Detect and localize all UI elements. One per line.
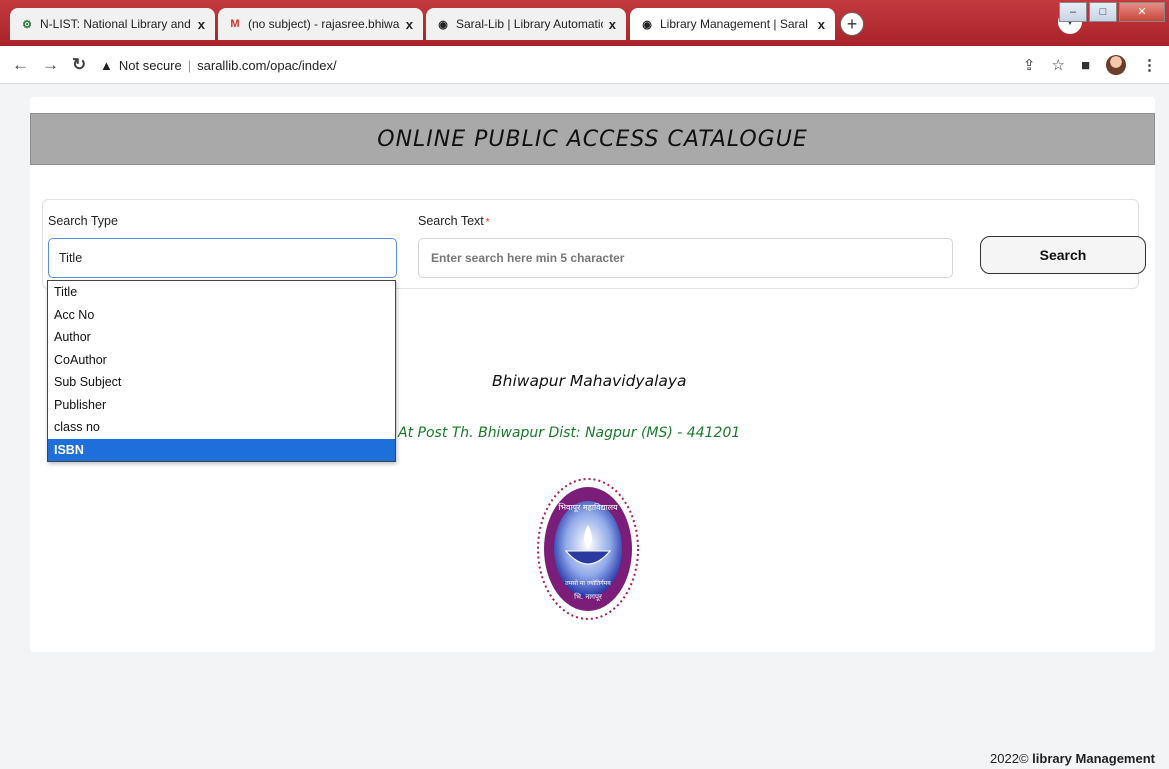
opac-banner: ONLINE PUBLIC ACCESS CATALOGUE: [30, 113, 1155, 165]
gmail-icon: M: [230, 18, 240, 30]
toolbar-icons: ⇪ ☆ ■ ⋮: [1023, 55, 1157, 75]
tab-library-management[interactable]: ◉ Library Management | Saral Softw x: [630, 8, 835, 40]
tab-title: (no subject) - rajasree.bhiwapur2: [248, 17, 400, 31]
warning-icon: ▲: [100, 58, 113, 73]
profile-avatar[interactable]: [1106, 55, 1126, 75]
security-status: Not secure: [118, 58, 182, 73]
search-text-input[interactable]: [418, 238, 953, 278]
globe-icon: ◉: [642, 18, 652, 31]
browser-tab-bar: ⚙ N-LIST: National Library and Info x M …: [0, 0, 1169, 46]
dropdown-option-author[interactable]: Author: [48, 326, 395, 349]
search-text-label-text: Search Text: [418, 214, 484, 228]
omnibox[interactable]: ▲ Not secure | sarallib.com/opac/index/: [100, 58, 337, 73]
dropdown-option-isbn[interactable]: ISBN: [48, 438, 395, 461]
tab-saral-lib[interactable]: ◉ Saral-Lib | Library Automation Sy x: [426, 8, 626, 40]
search-type-select[interactable]: Title: [48, 238, 397, 278]
forward-arrow-icon[interactable]: →: [42, 55, 59, 75]
page-title: ONLINE PUBLIC ACCESS CATALOGUE: [377, 126, 808, 152]
close-tab-icon[interactable]: x: [818, 17, 825, 32]
footer-brand: library Management: [1032, 751, 1155, 766]
dropdown-option-title[interactable]: Title: [48, 281, 395, 304]
required-mark: *: [485, 217, 490, 228]
logo-text-bottom: भि. नागपूर: [574, 592, 602, 601]
college-logo: भिवापूर महाविद्यालय तमसो मा ज्योतिर्गमय …: [537, 478, 639, 620]
tab-title: Library Management | Saral Softw: [660, 17, 812, 31]
dropdown-option-publisher[interactable]: Publisher: [48, 394, 395, 417]
new-tab-button[interactable]: +: [840, 12, 864, 36]
search-type-label: Search Type: [48, 214, 118, 228]
tab-gmail[interactable]: M (no subject) - rajasree.bhiwapur2 x: [218, 8, 423, 40]
tab-nlist[interactable]: ⚙ N-LIST: National Library and Info x: [10, 8, 215, 40]
url-text: sarallib.com/opac/index/: [197, 58, 337, 73]
close-tab-icon[interactable]: x: [609, 17, 616, 32]
globe-icon: ◉: [438, 18, 448, 31]
logo-text-top: भिवापूर महाविद्यालय: [558, 502, 618, 513]
menu-kebab-icon[interactable]: ⋮: [1142, 56, 1157, 74]
close-tab-icon[interactable]: x: [198, 17, 205, 32]
reload-icon[interactable]: ↻: [72, 55, 86, 75]
nlist-favicon-icon: ⚙: [22, 18, 32, 31]
logo-motto: तमसो मा ज्योतिर्गमय: [565, 579, 611, 587]
college-name: Bhiwapur Mahavidyalaya: [492, 372, 687, 390]
tab-title: Saral-Lib | Library Automation Sy: [456, 17, 603, 31]
sidepanel-icon[interactable]: ■: [1081, 57, 1090, 74]
dropdown-option-sub-subject[interactable]: Sub Subject: [48, 371, 395, 394]
footer: 2022© library Management: [990, 751, 1155, 766]
close-tab-icon[interactable]: x: [406, 17, 413, 32]
dropdown-option-class-no[interactable]: class no: [48, 416, 395, 439]
dropdown-option-acc-no[interactable]: Acc No: [48, 304, 395, 327]
address-bar: ← → ↻ ▲ Not secure | sarallib.com/opac/i…: [0, 46, 1169, 84]
back-arrow-icon[interactable]: ←: [12, 55, 29, 75]
college-address: At Post Th. Bhiwapur Dist: Nagpur (MS) -…: [398, 425, 741, 441]
bookmark-star-icon[interactable]: ☆: [1051, 56, 1064, 74]
close-window-icon[interactable]: ✕: [1119, 2, 1165, 22]
maximize-icon[interactable]: □: [1089, 2, 1117, 22]
search-button[interactable]: Search: [980, 236, 1146, 274]
separator: |: [187, 58, 192, 73]
search-text-label: Search Text *: [418, 214, 490, 228]
tab-title: N-LIST: National Library and Info: [40, 17, 192, 31]
minimize-icon[interactable]: –: [1059, 2, 1087, 22]
dropdown-option-coauthor[interactable]: CoAuthor: [48, 349, 395, 372]
share-icon[interactable]: ⇪: [1023, 56, 1036, 74]
window-controls: – □ ✕: [1059, 2, 1165, 22]
search-type-dropdown: Title Acc No Author CoAuthor Sub Subject…: [47, 280, 396, 462]
footer-year: 2022©: [990, 751, 1029, 766]
search-form: Search Type Search Text* Title Search: [42, 199, 1146, 289]
